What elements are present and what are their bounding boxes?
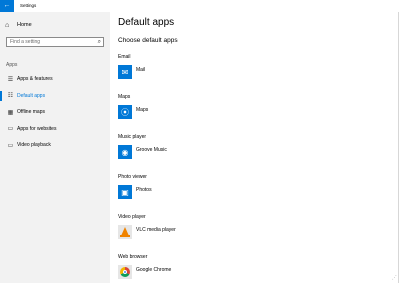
groove-music-icon: ◉ [118, 145, 132, 159]
category-label: Email [118, 54, 131, 60]
sidebar-item-label: Video playback [17, 142, 51, 149]
sidebar-item-apps-for-websites[interactable]: ▭ Apps for websites [0, 121, 110, 138]
search-field[interactable]: Find a setting ⌕ [6, 37, 104, 47]
video-icon: ▭ [7, 142, 14, 149]
mail-icon: ✉ [118, 65, 132, 79]
sidebar-item-offline-maps[interactable]: ▦ Offline maps [0, 104, 110, 121]
default-app-button-maps[interactable]: ⦿ Maps [118, 104, 148, 120]
app-name: Google Chrome [136, 267, 172, 273]
default-app-button-photos[interactable]: ▣ Photos [118, 184, 152, 200]
scrollbar[interactable] [398, 12, 399, 283]
sidebar-item-label: Apps for websites [17, 125, 57, 132]
nav-home-label: Home [17, 22, 32, 28]
group-music-player: Music player ◉ Groove Music [118, 134, 388, 174]
group-web-browser: Web browser Google Chrome [118, 254, 388, 283]
default-apps-icon: ☷ [7, 93, 14, 100]
category-label: Web browser [118, 254, 148, 260]
sidebar: ⌂ Home Find a setting ⌕ Apps ☰ Apps & fe… [0, 12, 110, 283]
page-title: Default apps [118, 17, 175, 28]
main-content: Default apps Choose default apps Email ✉… [110, 12, 400, 283]
search-placeholder: Find a setting [10, 39, 41, 45]
section-label-apps: Apps [6, 62, 18, 68]
nav-home[interactable]: ⌂ Home [5, 19, 105, 31]
group-email: Email ✉ Mail [118, 54, 388, 94]
title-bar: ← Settings [0, 0, 400, 12]
home-icon: ⌂ [5, 21, 10, 29]
maps-pin-icon: ⦿ [118, 105, 132, 119]
category-label: Video player [118, 214, 146, 220]
default-app-groups: Email ✉ Mail Maps ⦿ Maps Music player ◉ … [118, 54, 388, 283]
group-photo-viewer: Photo viewer ▣ Photos [118, 174, 388, 214]
default-app-button-browser[interactable]: Google Chrome [118, 264, 171, 280]
back-arrow-icon: ← [3, 2, 11, 9]
vlc-icon [118, 225, 132, 239]
sidebar-item-label: Apps & features [17, 76, 53, 83]
category-label: Photo viewer [118, 174, 147, 180]
window-title: Settings [20, 3, 37, 8]
back-button[interactable]: ← [0, 0, 14, 12]
nav-list: ☰ Apps & features ☷ Default apps ▦ Offli… [0, 71, 110, 154]
sidebar-item-video-playback[interactable]: ▭ Video playback [0, 137, 110, 154]
app-name: Mail [136, 67, 146, 73]
app-name: Photos [136, 187, 152, 193]
sidebar-item-label: Default apps [17, 92, 46, 99]
search-icon[interactable]: ⌕ [98, 38, 101, 46]
category-label: Music player [118, 134, 147, 140]
chrome-icon [118, 265, 132, 279]
group-video-player: Video player VLC media player [118, 214, 388, 254]
app-name: VLC media player [136, 227, 176, 233]
section-heading: Choose default apps [118, 37, 178, 44]
group-maps: Maps ⦿ Maps [118, 94, 388, 134]
sidebar-item-default-apps[interactable]: ☷ Default apps [0, 88, 110, 105]
website-icon: ▭ [7, 126, 14, 133]
default-app-button-video[interactable]: VLC media player [118, 224, 176, 240]
category-label: Maps [118, 94, 131, 100]
map-icon: ▦ [7, 109, 14, 116]
apps-list-icon: ☰ [7, 76, 14, 83]
app-name: Maps [136, 107, 149, 113]
resize-grip-icon[interactable]: ⋰ [392, 275, 397, 281]
default-app-button-music[interactable]: ◉ Groove Music [118, 144, 167, 160]
default-app-button-email[interactable]: ✉ Mail [118, 64, 145, 80]
app-name: Groove Music [136, 147, 167, 153]
sidebar-item-apps-features[interactable]: ☰ Apps & features [0, 71, 110, 88]
sidebar-item-label: Offline maps [17, 109, 45, 116]
photos-icon: ▣ [118, 185, 132, 199]
